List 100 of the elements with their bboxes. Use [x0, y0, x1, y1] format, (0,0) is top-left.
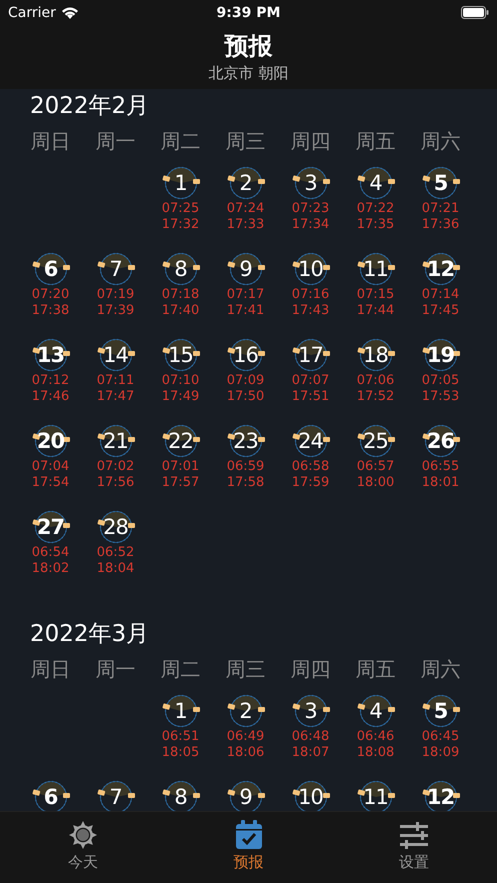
clock-dial-icon: [96, 509, 134, 545]
sunrise-time: 07:20: [32, 287, 70, 303]
clock-dial-icon: [226, 251, 264, 287]
sunrise-time: 07:16: [292, 287, 330, 303]
clock-dial-icon: [356, 337, 394, 373]
clock-dial-icon: [292, 337, 330, 373]
weekday-label: 周一: [94, 128, 136, 155]
tab-button[interactable]: 设置: [331, 812, 497, 883]
sunset-time: 18:04: [96, 561, 134, 577]
sunrise-time: 06:49: [226, 729, 264, 745]
sunset-time: 17:46: [32, 389, 70, 405]
sunset-time: 17:47: [96, 389, 134, 405]
sunrise-time: 07:11: [96, 373, 134, 389]
weekday-label: 周四: [290, 656, 332, 683]
sunrise-time: 07:24: [226, 201, 264, 217]
clock-dial-icon: [356, 165, 394, 201]
page-title: 预报: [224, 31, 272, 62]
sunset-time: 18:06: [226, 745, 264, 761]
sunrise-time: 07:17: [226, 287, 264, 303]
clock-dial-icon: [422, 251, 460, 287]
sunrise-time: 06:58: [292, 459, 330, 475]
clock-dial-icon: [162, 337, 200, 373]
sunset-time: 17:38: [32, 303, 70, 319]
sunset-time: 17:35: [356, 217, 394, 233]
sunset-time: 18:09: [422, 745, 460, 761]
sunset-time: 17:54: [32, 475, 70, 491]
clock-dial-icon: [162, 165, 200, 201]
clock-dial-icon: [226, 423, 264, 459]
sunset-time: 18:02: [32, 561, 70, 577]
sunset-time: 17:57: [162, 475, 200, 491]
sunset-time: 17:36: [422, 217, 460, 233]
sunset-time: 17:49: [162, 389, 200, 405]
clock-dial-icon: [32, 337, 70, 373]
clock-dial-icon: [422, 693, 460, 729]
clock-dial-icon: [292, 165, 330, 201]
sunset-time: 17:56: [96, 475, 134, 491]
sunrise-time: 07:09: [226, 373, 264, 389]
clock-dial-icon: [356, 423, 394, 459]
clock-dial-icon: [356, 693, 394, 729]
sunset-time: 18:00: [356, 475, 394, 491]
sunset-time: 17:50: [226, 389, 264, 405]
weekday-label: 周日: [30, 656, 72, 683]
clock-dial-icon: [226, 693, 264, 729]
sliders-icon: [399, 820, 430, 850]
sunrise-time: 06:52: [96, 545, 134, 561]
sunset-time: 18:01: [422, 475, 460, 491]
sunset-time: 17:53: [422, 389, 460, 405]
sunrise-time: 07:10: [162, 373, 200, 389]
sunrise-time: 07:19: [96, 287, 134, 303]
clock-dial-icon: [422, 165, 460, 201]
weekday-label: 周二: [160, 128, 202, 155]
tab-button[interactable]: 今天: [0, 812, 166, 883]
weekday-label: 周日: [30, 128, 72, 155]
clock-dial-icon: [162, 423, 200, 459]
sunset-time: 17:41: [226, 303, 264, 319]
carrier-label: Carrier: [8, 4, 56, 20]
clock-dial-icon: [292, 251, 330, 287]
clock-dial-icon: [226, 337, 264, 373]
clock-dial-icon: [162, 251, 200, 287]
sunrise-time: 06:48: [292, 729, 330, 745]
sunrise-time: 07:23: [292, 201, 330, 217]
sunset-time: 17:45: [422, 303, 460, 319]
sunset-time: 17:39: [96, 303, 134, 319]
sunrise-time: 06:59: [226, 459, 264, 475]
calendar-check-icon: [234, 820, 262, 850]
sunrise-time: 06:57: [356, 459, 394, 475]
sunset-time: 17:32: [162, 217, 200, 233]
weekday-label: 周一: [94, 656, 136, 683]
sunrise-time: 07:12: [32, 373, 70, 389]
battery-icon: [461, 6, 489, 19]
weekday-label: 周三: [224, 656, 266, 683]
sunset-time: 17:43: [292, 303, 330, 319]
clock-dial-icon: [356, 251, 394, 287]
sunset-time: 17:58: [226, 475, 264, 491]
sunrise-time: 07:22: [356, 201, 394, 217]
clock-dial-icon: [96, 423, 134, 459]
sunrise-time: 07:01: [162, 459, 200, 475]
sunrise-time: 07:07: [292, 373, 330, 389]
sunset-time: 18:05: [162, 745, 200, 761]
location-subtitle: 北京市 朝阳: [208, 63, 288, 83]
sunset-time: 17:51: [292, 389, 330, 405]
sunrise-time: 07:05: [422, 373, 460, 389]
sunrise-time: 07:06: [356, 373, 394, 389]
sunset-time: 17:34: [292, 217, 330, 233]
sunset-time: 17:59: [292, 475, 330, 491]
clock-dial-icon: [292, 423, 330, 459]
clock-dial-icon: [422, 337, 460, 373]
clock-dial-icon: [422, 423, 460, 459]
sunset-time: 17:40: [162, 303, 200, 319]
sunrise-time: 06:51: [162, 729, 200, 745]
sunrise-time: 07:14: [422, 287, 460, 303]
sunrise-time: 07:02: [96, 459, 134, 475]
clock-dial-icon: [32, 251, 70, 287]
sunrise-time: 07:21: [422, 201, 460, 217]
sunrise-time: 06:46: [356, 729, 394, 745]
tab-button[interactable]: 预报: [166, 812, 332, 883]
clock-dial-icon: [32, 423, 70, 459]
sunset-time: 17:52: [356, 389, 394, 405]
sunrise-time: 07:15: [356, 287, 394, 303]
clock-dial-icon: [292, 693, 330, 729]
